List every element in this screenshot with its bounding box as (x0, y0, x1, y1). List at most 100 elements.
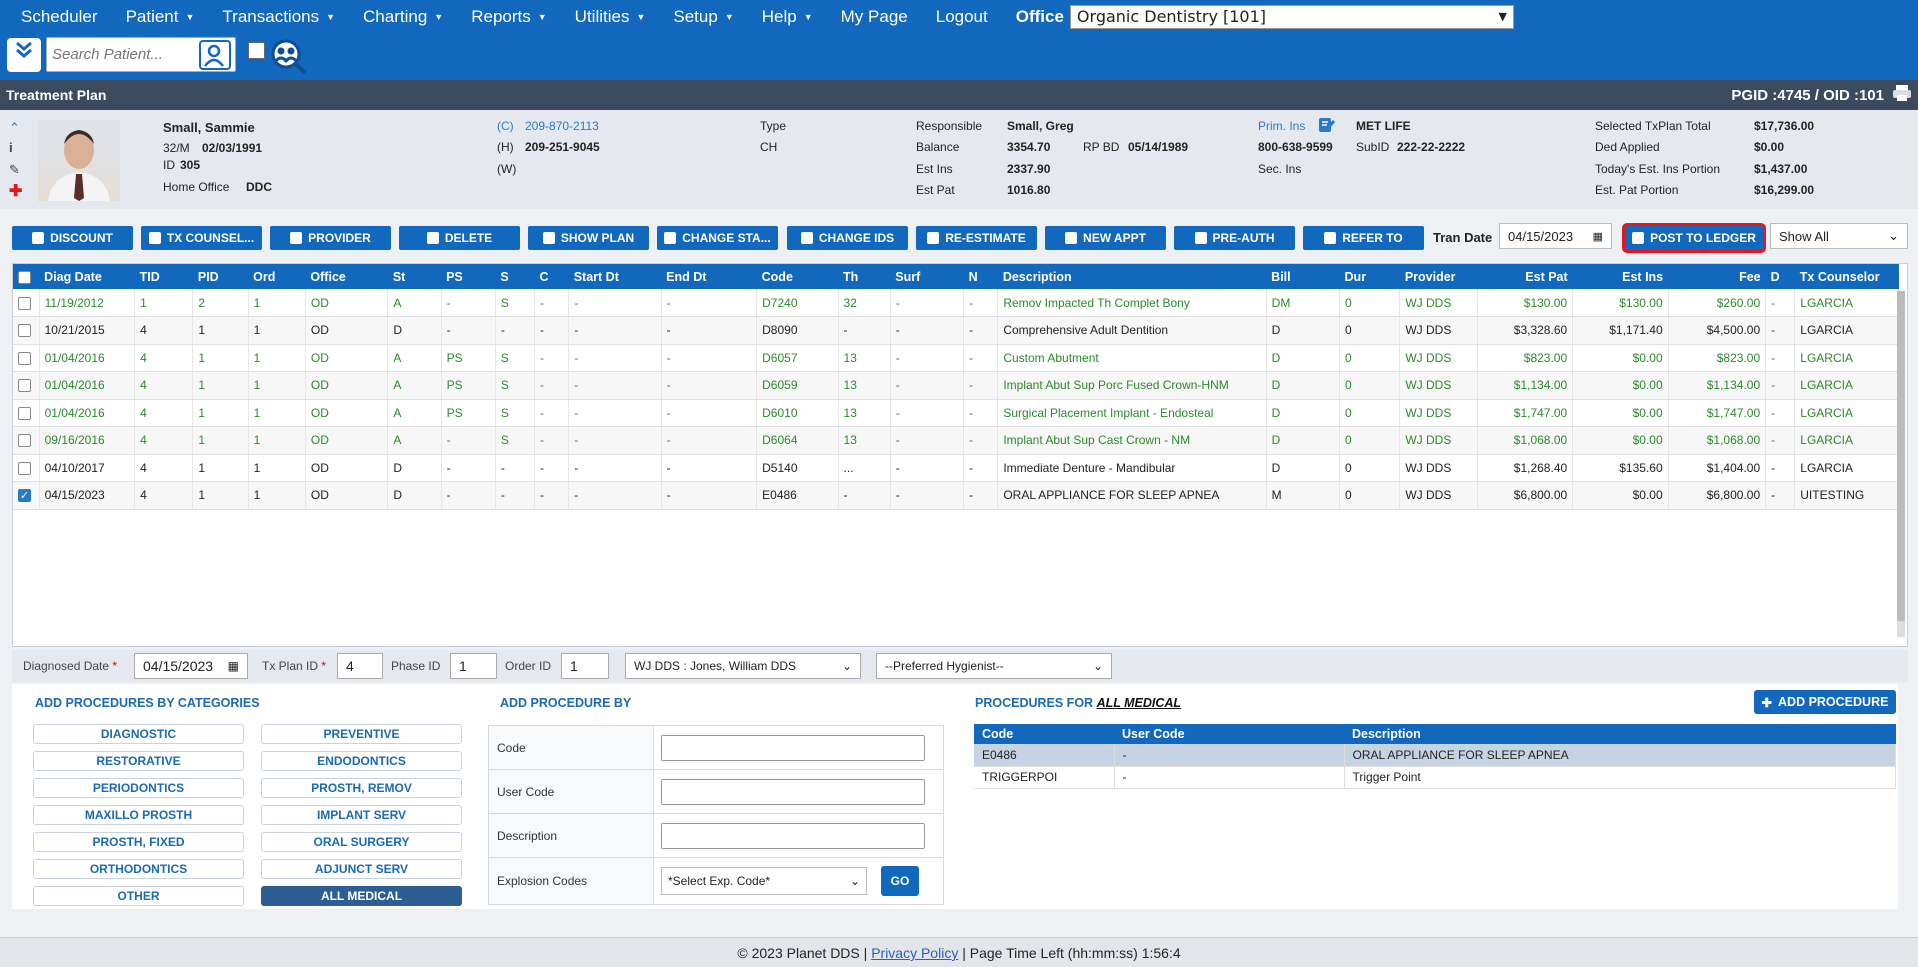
col-header-n[interactable]: N (963, 264, 998, 289)
row-checkbox[interactable] (18, 379, 31, 393)
post-to-ledger-button[interactable]: POST TO LEDGER (1622, 223, 1766, 253)
provider-button[interactable]: PROVIDER (270, 226, 391, 250)
table-row[interactable]: 01/04/2016 4 1 1 OD A PS S - - - D6059 13- - Implant A… (13, 371, 1899, 400)
col-header-c[interactable]: C (534, 264, 569, 289)
category-maxillo-prosth[interactable]: MAXILLO PROSTH (33, 805, 244, 825)
refer-to-button[interactable]: REFER TO (1303, 226, 1424, 250)
procedure-row[interactable]: TRIGGERPOI - Trigger Point (974, 766, 1896, 789)
show-plan-button[interactable]: SHOW PLAN (528, 226, 649, 250)
medical-alert-icon[interactable]: ✚ (9, 181, 22, 201)
col-header-code[interactable]: Code (756, 264, 839, 289)
discount-button[interactable]: DISCOUNT (12, 226, 133, 250)
table-row[interactable]: ✓ 04/15/2023 4 1 1 OD D - - - - - E0486- - - ORAL APPLI… (13, 481, 1899, 510)
table-row[interactable]: 04/10/2017 4 1 1 OD D - - - - - D5140... - - Immediate… (13, 454, 1899, 482)
row-select-cell[interactable] (13, 289, 40, 317)
col-header-surf[interactable]: Surf (890, 264, 964, 289)
cell-diag-date[interactable]: 09/16/2016 (39, 426, 136, 455)
cell-diag-date[interactable]: 04/10/2017 (39, 454, 136, 482)
txplan-id-input[interactable]: 4 (337, 653, 383, 679)
hygienist-select[interactable]: --Preferred Hygienist-- ⌄ (876, 653, 1112, 679)
add-procedure-button[interactable]: ✚ ADD PROCEDURE (1754, 690, 1896, 714)
paperclip-icon[interactable]: ✎ (9, 162, 20, 178)
cell-code[interactable]: D6010 (756, 399, 839, 427)
col-header-provider[interactable]: Provider (1399, 264, 1478, 289)
col-header-tid[interactable]: TID (134, 264, 193, 289)
cell-code[interactable]: D5140 (756, 454, 839, 482)
tx-counsel-button[interactable]: TX COUNSEL... (141, 226, 262, 250)
cell-diag-date[interactable]: 01/04/2016 (39, 399, 136, 427)
table-row[interactable]: 01/04/2016 4 1 1 OD A PS S - - - D6010 13- - Surgical … (13, 399, 1899, 427)
privacy-policy-link[interactable]: Privacy Policy (871, 945, 958, 961)
category-oral-surgery[interactable]: ORAL SURGERY (261, 832, 462, 852)
col-header-start-dt[interactable]: Start Dt (568, 264, 662, 289)
nav-item-help[interactable]: Help ▼ (762, 7, 813, 27)
col-header-tx-counselor[interactable]: Tx Counselor (1794, 264, 1899, 289)
row-checkbox[interactable] (18, 434, 31, 448)
cell-code[interactable]: E0486 (756, 481, 839, 510)
cell-code[interactable]: D6064 (756, 426, 839, 455)
table-row[interactable]: 01/04/2016 4 1 1 OD A PS S - - - D6057 13- - Custom Ab… (13, 344, 1899, 372)
category-periodontics[interactable]: PERIODONTICS (33, 778, 244, 798)
cell-code[interactable]: D7240 (756, 289, 839, 317)
order-id-input[interactable]: 1 (561, 653, 609, 679)
edit-insurance-icon[interactable] (1318, 117, 1336, 136)
pre-auth-button[interactable]: PRE-AUTH (1174, 226, 1295, 250)
prim-ins-label[interactable]: Prim. Ins (1258, 119, 1305, 133)
category-restorative[interactable]: RESTORATIVE (33, 751, 244, 771)
col-header-th[interactable]: Th (838, 264, 891, 289)
nav-item-charting[interactable]: Charting ▼ (363, 7, 443, 27)
col-header-ps[interactable]: PS (441, 264, 496, 289)
category-other[interactable]: OTHER (33, 886, 244, 906)
row-checkbox[interactable] (18, 461, 31, 475)
table-row[interactable]: 09/16/2016 4 1 1 OD A - S - - - D6064 13- - Implant Ab… (13, 426, 1899, 455)
user-code-input[interactable] (661, 778, 925, 805)
diag-date-input[interactable]: 04/15/2023 ▦ (134, 653, 248, 679)
category-prosth-remov[interactable]: PROSTH, REMOV (261, 778, 462, 798)
row-checkbox[interactable] (18, 296, 31, 310)
col-header-ord[interactable]: Ord (248, 264, 306, 289)
cell-code[interactable]: D6057 (756, 344, 839, 372)
nav-item-setup[interactable]: Setup ▼ (673, 7, 733, 27)
row-checkbox[interactable] (18, 324, 31, 338)
office-select[interactable]: Organic Dentistry [101] ▼ (1069, 4, 1514, 29)
category-prosth-fixed[interactable]: PROSTH, FIXED (33, 832, 244, 852)
provider-select[interactable]: WJ DDS : Jones, William DDS ⌄ (625, 653, 861, 679)
row-select-cell[interactable]: ✓ (13, 481, 40, 510)
col-header-d[interactable]: D (1765, 264, 1795, 289)
col-header-pid[interactable]: PID (192, 264, 249, 289)
explosion-code-select[interactable]: *Select Exp. Code* ⌄ (661, 867, 867, 895)
cell-diag-date[interactable]: 01/04/2016 (39, 371, 136, 400)
nav-item-patient[interactable]: Patient ▼ (126, 7, 195, 27)
col-header-est-ins[interactable]: Est Ins (1572, 264, 1669, 289)
collapse-up-icon[interactable]: ⌃ (9, 120, 20, 136)
col-header-s[interactable]: S (495, 264, 535, 289)
nav-item-transactions[interactable]: Transactions ▼ (222, 7, 335, 27)
new-appt-button[interactable]: NEW APPT (1045, 226, 1166, 250)
group-search-icon[interactable] (268, 38, 308, 76)
table-row[interactable]: 10/21/2015 4 1 1 OD D - - - - - D8090- - - Comprehensi… (13, 316, 1899, 345)
patient-search-icon[interactable] (199, 40, 231, 70)
nav-item-scheduler[interactable]: Scheduler (21, 7, 98, 27)
search-input[interactable] (47, 38, 197, 71)
go-button[interactable]: GO (881, 866, 919, 896)
select-all-checkbox[interactable] (18, 270, 31, 284)
phase-id-input[interactable]: 1 (450, 653, 497, 679)
col-header-office[interactable]: Office (305, 264, 388, 289)
code-input[interactable] (661, 734, 925, 761)
row-checkbox[interactable] (18, 406, 31, 420)
search-checkbox[interactable] (248, 42, 265, 59)
category-implant-serv[interactable]: IMPLANT SERV (261, 805, 462, 825)
col-header-description[interactable]: Description (997, 264, 1267, 289)
category-adjunct-serv[interactable]: ADJUNCT SERV (261, 859, 462, 879)
cell-code[interactable]: D6059 (756, 371, 839, 400)
col-header-dur[interactable]: Dur (1339, 264, 1400, 289)
cell-diag-date[interactable]: 10/21/2015 (39, 316, 136, 345)
expand-menu-icon[interactable] (7, 38, 41, 72)
cell-diag-date[interactable]: 01/04/2016 (39, 344, 136, 372)
nav-item-reports[interactable]: Reports ▼ (471, 7, 546, 27)
row-select-cell[interactable] (13, 399, 40, 427)
print-icon[interactable] (1892, 84, 1912, 106)
change-sta-button[interactable]: CHANGE STA... (657, 226, 778, 250)
category-all-medical[interactable]: ALL MEDICAL (261, 886, 462, 906)
col-header-bill[interactable]: Bill (1266, 264, 1340, 289)
